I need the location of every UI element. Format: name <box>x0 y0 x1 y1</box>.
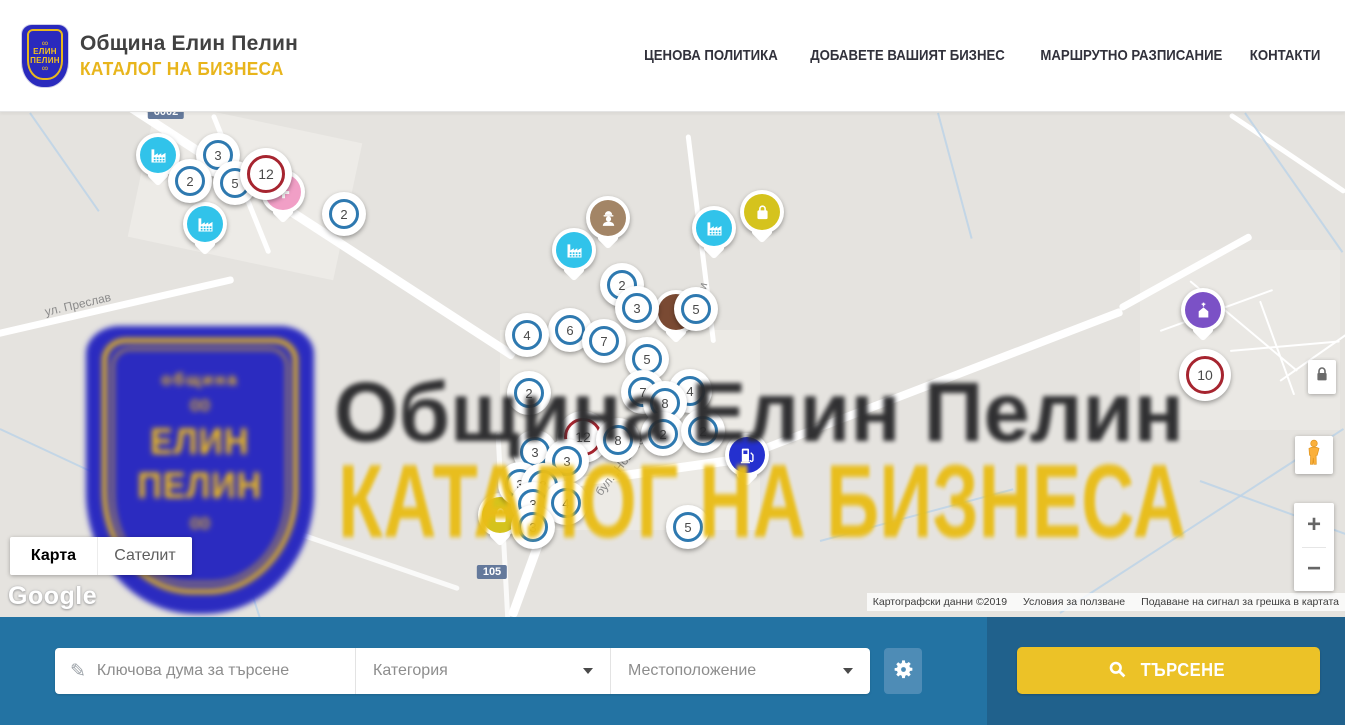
map-line <box>0 428 145 497</box>
map-road <box>1229 112 1345 194</box>
map-road <box>149 480 460 591</box>
chevron-down-icon <box>843 668 853 674</box>
site-subtitle: КАТАЛОГ НА БИЗНЕСА <box>80 59 289 80</box>
category-select[interactable]: Категория <box>355 648 610 694</box>
cluster-marker[interactable]: 7 <box>582 319 626 363</box>
factory-pin[interactable] <box>692 206 736 250</box>
main-nav: ЦЕНОВА ПОЛИТИКА ДОБАВЕТЕ ВАШИЯТ БИЗНЕС М… <box>635 47 1345 64</box>
cluster-marker[interactable]: 2 <box>322 192 366 236</box>
bag-pin[interactable] <box>740 190 784 234</box>
cluster-marker[interactable]: 2 <box>641 412 685 456</box>
nav-item-contacts[interactable]: КОНТАКТИ <box>1250 47 1321 64</box>
cluster-marker[interactable]: 2 <box>681 409 725 453</box>
fuel-pin[interactable] <box>725 433 769 477</box>
google-logo: Google <box>8 582 97 611</box>
cluster-marker[interactable]: 5 <box>666 505 710 549</box>
map-road <box>744 307 1124 459</box>
location-select[interactable]: Местоположение <box>610 648 870 694</box>
location-select-value: Местоположение <box>628 662 756 680</box>
site-header: ∞ ЕЛИН ПЕЛИН ∞ Община Елин Пелин КАТАЛОГ… <box>0 0 1345 112</box>
nav-item-pricing[interactable]: ЦЕНОВА ПОЛИТИКА <box>644 47 778 64</box>
municipality-crest-icon: ∞ ЕЛИН ПЕЛИН ∞ <box>22 25 68 87</box>
search-fields: ✎ Категория Местоположение <box>55 648 870 694</box>
cluster-marker[interactable]: 12 <box>240 148 292 200</box>
keyword-field[interactable]: ✎ <box>55 648 355 694</box>
map-line <box>229 526 262 617</box>
category-select-value: Категория <box>373 662 448 680</box>
attribution-report-link[interactable]: Подаване на сигнал за грешка в картата <box>1141 596 1339 608</box>
chevron-down-icon <box>583 668 593 674</box>
nav-item-bus-schedule[interactable]: МАРШРУТНО РАЗПИСАНИЕ <box>1040 47 1222 64</box>
map-canvas[interactable]: 325122235647572481282233383435106002105у… <box>0 112 1345 617</box>
cluster-marker[interactable]: 2 <box>507 371 551 415</box>
map-road <box>0 276 234 339</box>
cluster-marker[interactable]: 3 <box>615 286 659 330</box>
cluster-marker[interactable]: 5 <box>674 287 718 331</box>
cluster-marker[interactable]: 8 <box>596 418 640 462</box>
street-view-pegman[interactable] <box>1295 436 1333 474</box>
lock-control[interactable] <box>1308 360 1336 394</box>
map-type-control: Карта Сателит <box>10 537 192 575</box>
nav-item-add-business[interactable]: ДОБАВЕТЕ ВАШИЯТ БИЗНЕС <box>810 47 1005 64</box>
church-pin[interactable] <box>1181 288 1225 332</box>
zoom-in-button[interactable]: + <box>1294 503 1334 547</box>
map-line <box>937 113 973 239</box>
map-line <box>29 112 99 211</box>
site-logo[interactable]: ∞ ЕЛИН ПЕЛИН ∞ Община Елин Пелин КАТАЛОГ… <box>22 25 298 87</box>
search-button-label: ТЪРСЕНЕ <box>1140 660 1224 681</box>
gear-icon <box>893 659 914 683</box>
map-type-satellite-button[interactable]: Сателит <box>98 537 192 575</box>
search-button[interactable]: ТЪРСЕНЕ <box>1017 647 1320 694</box>
pencil-icon: ✎ <box>70 660 86 683</box>
zoom-control: + − <box>1294 503 1334 591</box>
road-number-badge: 105 <box>477 565 507 579</box>
factory-pin[interactable] <box>183 202 227 246</box>
map-line <box>820 488 1014 542</box>
cluster-marker[interactable]: 3 <box>511 505 555 549</box>
worker-pin[interactable] <box>586 196 630 240</box>
map-type-map-button[interactable]: Карта <box>10 537 98 575</box>
lock-icon <box>1315 366 1329 388</box>
pegman-icon <box>1304 438 1324 472</box>
cluster-marker[interactable]: 2 <box>168 159 212 203</box>
zoom-out-button[interactable]: − <box>1294 547 1334 591</box>
keyword-input[interactable] <box>97 662 340 680</box>
search-bar: ✎ Категория Местоположение ТЪРСЕНЕ <box>0 617 1345 725</box>
attribution-terms-link[interactable]: Условия за ползване <box>1023 596 1125 608</box>
road-number-badge: 6002 <box>148 112 184 119</box>
factory-pin[interactable] <box>552 228 596 272</box>
map-attribution: Картографски данни ©2019 Условия за полз… <box>867 593 1345 611</box>
cluster-marker[interactable]: 4 <box>505 313 549 357</box>
attribution-copyright: Картографски данни ©2019 <box>873 596 1007 608</box>
cluster-marker[interactable]: 10 <box>1179 349 1231 401</box>
search-icon <box>1109 661 1126 681</box>
advanced-settings-button[interactable] <box>884 648 922 694</box>
site-title: Община Елин Пелин <box>80 32 298 56</box>
